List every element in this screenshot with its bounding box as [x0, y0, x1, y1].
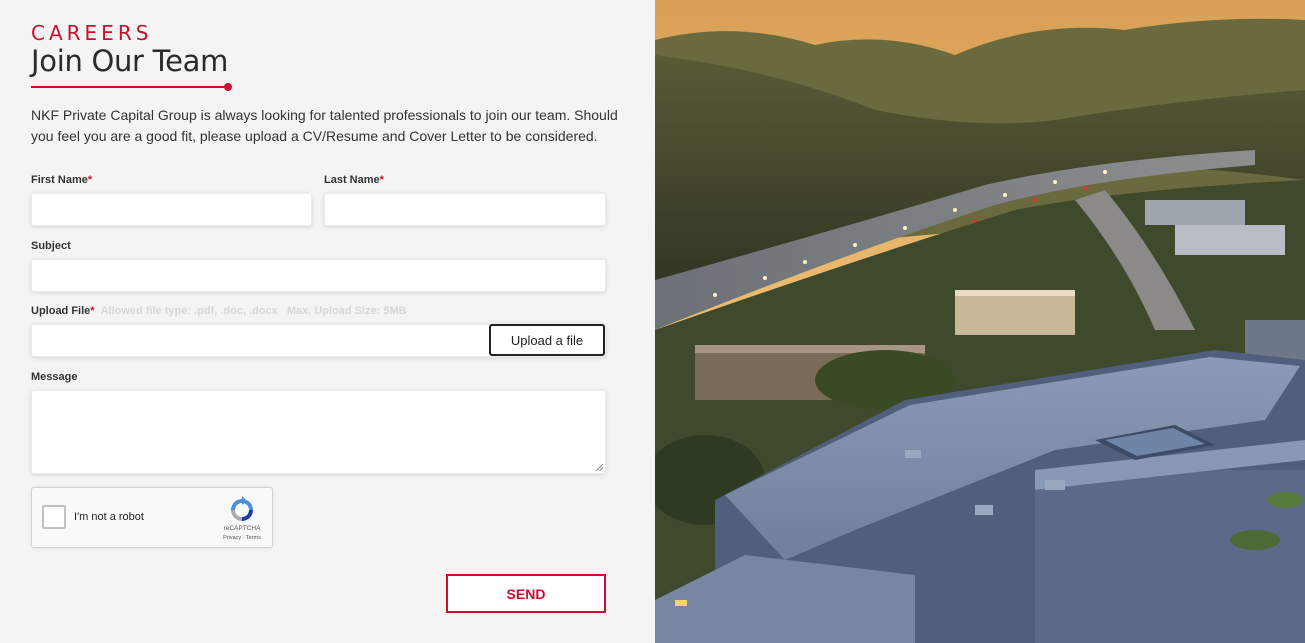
intro-text: NKF Private Capital Group is always look…: [31, 107, 618, 144]
recaptcha-label: I'm not a robot: [74, 511, 144, 523]
upload-file-label-text: Upload File: [31, 305, 91, 317]
page-title: Join Our Team: [31, 44, 229, 78]
last-name-label: Last Name*: [324, 174, 384, 186]
subject-label: Subject: [31, 240, 71, 252]
title-underline-dot: [224, 83, 232, 91]
careers-form-panel: CAREERS Join Our Team NKF Private Capita…: [0, 0, 655, 643]
required-mark: *: [379, 174, 384, 186]
aerial-city-photo: [655, 0, 1305, 643]
recaptcha-checkbox[interactable]: [42, 505, 66, 529]
first-name-label: First Name*: [31, 174, 92, 186]
section-eyebrow: CAREERS: [31, 21, 153, 45]
message-label: Message: [31, 371, 78, 383]
upload-file-button[interactable]: Upload a file: [489, 324, 605, 356]
message-textarea[interactable]: [31, 390, 606, 474]
recaptcha-widget: I'm not a robot reCAPTCHA Privacy - Term…: [31, 487, 273, 548]
required-mark: *: [90, 305, 95, 317]
first-name-label-text: First Name: [31, 174, 88, 186]
first-name-input[interactable]: [31, 193, 312, 226]
allowed-file-type-hint: Allowed file type: .pdf, .doc, .docx: [100, 305, 278, 317]
subject-input[interactable]: [31, 259, 606, 292]
required-mark: *: [87, 174, 93, 186]
last-name-input[interactable]: [324, 193, 606, 226]
hero-photo: [655, 0, 1305, 643]
last-name-label-text: Last Name: [324, 174, 380, 186]
recaptcha-privacy-terms[interactable]: Privacy - Terms: [216, 535, 268, 541]
recaptcha-logo-icon: [231, 496, 253, 521]
max-upload-size-hint: Max. Upload Size: 5MB: [286, 305, 407, 317]
send-button[interactable]: SEND: [446, 574, 606, 613]
resize-grip-icon[interactable]: [595, 463, 603, 471]
upload-file-label: Upload File* Allowed file type: .pdf, .do…: [31, 305, 407, 317]
recaptcha-brand: reCAPTCHA: [223, 525, 261, 532]
title-underline: [31, 86, 227, 88]
